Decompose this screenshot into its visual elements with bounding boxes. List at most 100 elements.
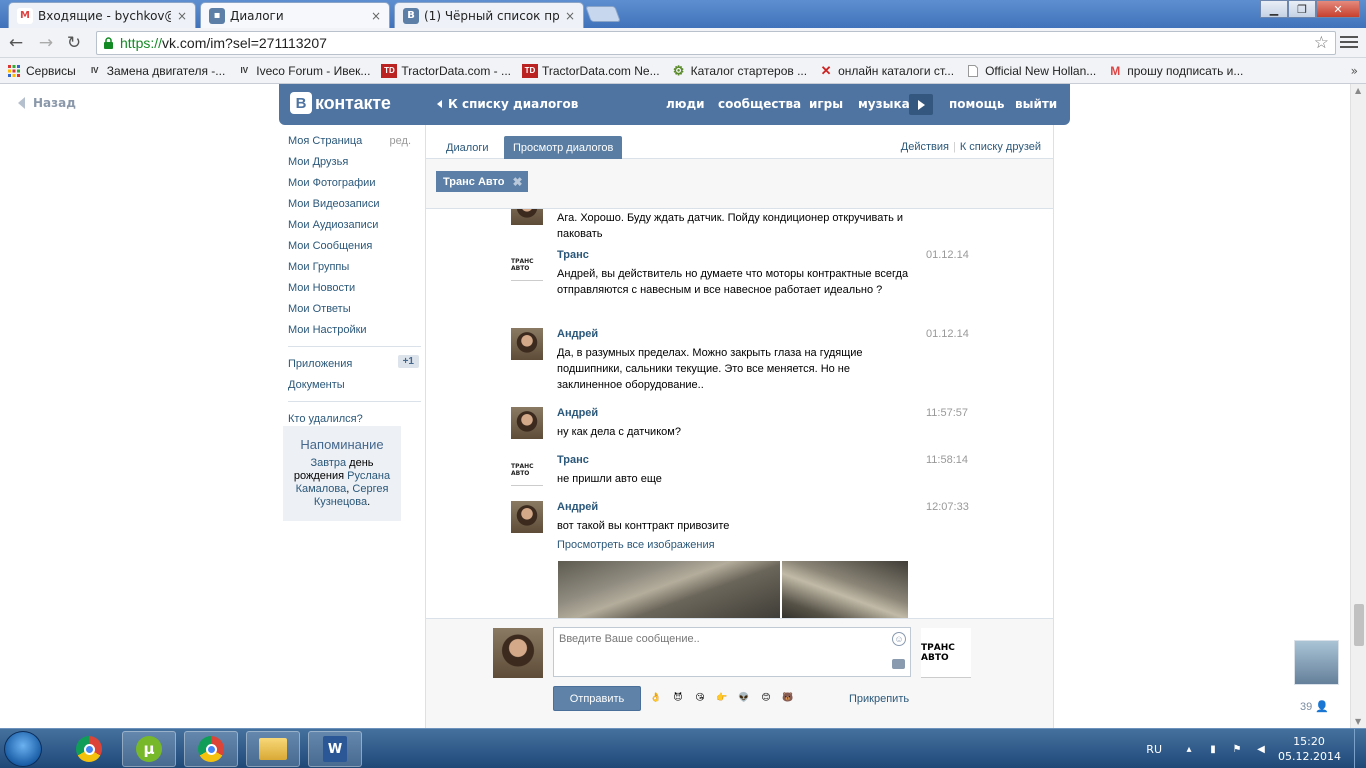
sender-name[interactable]: Транс	[557, 454, 589, 466]
attach-link[interactable]: Прикрепить	[849, 693, 909, 705]
menu-my-page[interactable]: Моя Страница ред.	[279, 130, 425, 151]
side-profile-avatar[interactable]	[1294, 640, 1339, 685]
nav-games[interactable]: игры	[809, 97, 843, 111]
menu-photos[interactable]: Мои Фотографии	[279, 172, 425, 193]
camera-icon[interactable]	[892, 659, 905, 669]
emoji-smile-icon[interactable]: 😊	[758, 690, 774, 706]
menu-news[interactable]: Мои Новости	[279, 277, 425, 298]
bookmark-item[interactable]: IV Замена двигателя -...	[87, 64, 225, 78]
menu-settings[interactable]: Мои Настройки	[279, 319, 425, 340]
volume-icon[interactable]: ◀	[1254, 742, 1268, 756]
message-history[interactable]: Ага. Хорошо. Буду ждать датчик. Пойду ко…	[426, 209, 1053, 618]
scroll-down-icon[interactable]: ▼	[1355, 717, 1361, 726]
menu-groups[interactable]: Мои Группы	[279, 256, 425, 277]
emoji-bear-icon[interactable]: 🐻	[780, 690, 796, 706]
tab-blacklist[interactable]: B (1) Чёрный список прод ×	[394, 2, 584, 28]
new-tab-button[interactable]	[585, 6, 621, 22]
show-desktop-button[interactable]	[1354, 729, 1366, 768]
taskbar-chrome-open[interactable]	[184, 731, 238, 767]
bookmark-item[interactable]: Official New Hollan...	[965, 64, 1096, 78]
bookmark-item[interactable]: Mпрошу подписать и...	[1107, 64, 1243, 78]
avatar[interactable]	[511, 209, 543, 225]
bookmark-item[interactable]: Сервисы	[6, 64, 76, 78]
close-icon[interactable]: ×	[371, 9, 381, 23]
taskbar-chrome[interactable]	[62, 731, 116, 767]
taskbar-word[interactable]: W	[308, 731, 362, 767]
menu-apps[interactable]: Приложения +1	[279, 353, 425, 374]
actions-link[interactable]: Действия	[901, 141, 949, 153]
back-arrow-icon[interactable]: ←	[6, 33, 26, 53]
sender-name[interactable]: Андрей	[557, 328, 598, 340]
menu-audio[interactable]: Мои Аудиозаписи	[279, 214, 425, 235]
nav-logout[interactable]: выйти	[1015, 97, 1057, 111]
sender-name[interactable]: Андрей	[557, 501, 598, 513]
participant-chip[interactable]: Транс Авто ✖	[436, 171, 528, 192]
taskbar-explorer[interactable]	[246, 731, 300, 767]
tab-view-dialogs[interactable]: Просмотр диалогов	[504, 136, 623, 159]
forward-arrow-icon[interactable]: →	[36, 33, 56, 53]
scroll-up-icon[interactable]: ▲	[1355, 86, 1361, 95]
nav-people[interactable]: люди	[666, 97, 705, 111]
menu-messages[interactable]: Мои Сообщения	[279, 235, 425, 256]
emoji-ok-icon[interactable]: 👌	[648, 690, 664, 706]
avatar[interactable]: ТРАНС АВТО	[511, 249, 543, 281]
menu-friends[interactable]: Мои Друзья	[279, 151, 425, 172]
back-link[interactable]: Назад	[18, 96, 76, 110]
edit-link[interactable]: ред.	[390, 135, 411, 147]
window-close-icon[interactable]: ✕	[1316, 0, 1360, 18]
scroll-thumb[interactable]	[1354, 604, 1364, 646]
bookmark-item[interactable]: TD TractorData.com - ...	[381, 63, 511, 78]
avatar[interactable]	[511, 501, 543, 533]
chrome-menu-icon[interactable]	[1340, 33, 1358, 51]
remove-icon[interactable]: ✖	[512, 175, 522, 189]
flag-icon[interactable]: ⚑	[1230, 742, 1244, 756]
start-button[interactable]	[4, 731, 42, 767]
tab-dialogs[interactable]: Диалоги	[437, 136, 498, 159]
emoji-devil-icon[interactable]: 😈	[670, 690, 686, 706]
bookmark-item[interactable]: ⚙ Каталог стартеров ...	[671, 63, 807, 78]
emoji-point-icon[interactable]: 👉	[714, 690, 730, 706]
peer-avatar[interactable]: ТРАНС АВТО	[921, 628, 971, 678]
nav-communities[interactable]: сообщества	[718, 97, 801, 111]
send-button[interactable]: Отправить	[553, 686, 641, 711]
nav-help[interactable]: помощь	[949, 97, 1004, 111]
menu-videos[interactable]: Мои Видеозаписи	[279, 193, 425, 214]
minimize-icon[interactable]: ▁	[1260, 0, 1288, 18]
my-avatar[interactable]	[493, 628, 543, 678]
to-friends-link[interactable]: К списку друзей	[960, 141, 1041, 153]
tab-dialogs[interactable]: ▪ Диалоги ×	[200, 2, 390, 28]
attached-photo[interactable]	[782, 561, 908, 618]
menu-answers[interactable]: Мои Ответы	[279, 298, 425, 319]
clock[interactable]: 15:20 05.12.2014	[1278, 734, 1341, 764]
close-icon[interactable]: ×	[177, 9, 187, 23]
avatar[interactable]	[511, 328, 543, 360]
message-input[interactable]: Введите Ваше сообщение.. ☺	[553, 627, 911, 677]
sender-name[interactable]: Транс	[557, 249, 589, 261]
sender-name[interactable]: Андрей	[557, 407, 598, 419]
network-icon[interactable]: ▮	[1206, 742, 1220, 756]
view-all-images-link[interactable]: Просмотреть все изображения	[557, 539, 715, 551]
tomorrow-link[interactable]: Завтра	[310, 457, 346, 469]
close-icon[interactable]: ×	[565, 9, 575, 23]
restore-icon[interactable]: ❐	[1288, 0, 1316, 18]
bookmarks-overflow-icon[interactable]: »	[1351, 64, 1358, 78]
menu-documents[interactable]: Документы	[279, 374, 425, 395]
address-bar[interactable]: https://vk.com/im?sel=271113207 ☆	[96, 31, 1336, 55]
emoji-kiss-icon[interactable]: 😘	[692, 690, 708, 706]
bookmark-star-icon[interactable]: ☆	[1314, 33, 1329, 53]
play-icon[interactable]	[909, 94, 933, 115]
tab-gmail[interactable]: M Входящие - bychkov@spe ×	[8, 2, 196, 28]
tray-expand-icon[interactable]: ▴	[1182, 742, 1196, 756]
nav-music[interactable]: музыка	[858, 97, 910, 111]
page-scrollbar[interactable]: ▲ ▼	[1350, 84, 1366, 728]
to-dialogs-link[interactable]: К списку диалогов	[437, 97, 578, 111]
avatar[interactable]	[511, 407, 543, 439]
vk-logo[interactable]: Вконтакте	[290, 92, 391, 114]
bookmark-item[interactable]: TD TractorData.com Ne...	[522, 63, 660, 78]
avatar[interactable]: ТРАНС АВТО	[511, 454, 543, 486]
bookmark-item[interactable]: IV Iveco Forum - Ивек...	[236, 64, 371, 78]
reload-icon[interactable]: ↻	[64, 33, 84, 53]
language-indicator[interactable]: RU	[1146, 743, 1162, 756]
smile-icon[interactable]: ☺	[892, 632, 906, 646]
taskbar-utorrent[interactable]: µ	[122, 731, 176, 767]
